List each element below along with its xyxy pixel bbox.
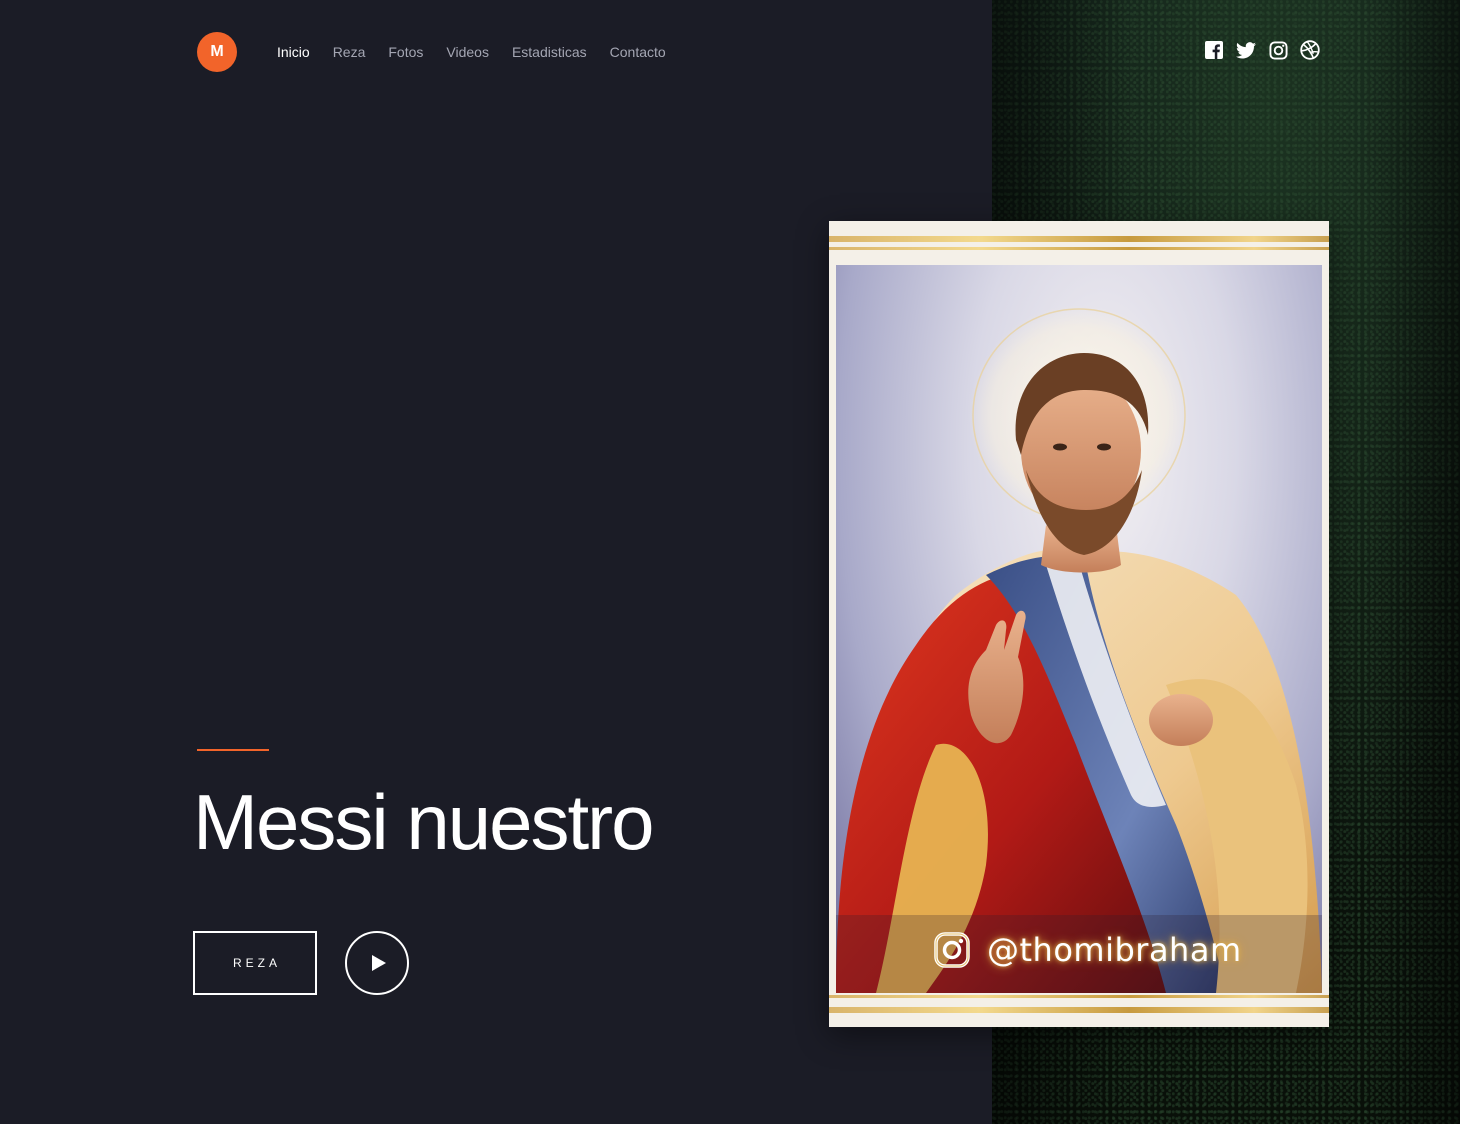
frame-gold-stripe xyxy=(829,995,1329,998)
play-icon xyxy=(371,955,386,971)
page: M Inicio Reza Fotos Videos Estadisticas … xyxy=(0,0,1460,1124)
featured-image: @thomibraham xyxy=(829,221,1329,1027)
nav-item-estadisticas[interactable]: Estadisticas xyxy=(512,42,587,62)
accent-divider xyxy=(197,749,269,751)
saint-portrait-painting xyxy=(836,265,1322,993)
watermark-handle: @thomibraham xyxy=(987,931,1242,969)
frame-gold-stripe xyxy=(829,1007,1329,1013)
instagram-icon xyxy=(934,932,970,968)
nav-item-fotos[interactable]: Fotos xyxy=(388,42,423,62)
nav-item-videos[interactable]: Videos xyxy=(446,42,489,62)
main-nav: Inicio Reza Fotos Videos Estadisticas Co… xyxy=(277,42,689,62)
facebook-icon[interactable] xyxy=(1204,40,1224,60)
nav-item-inicio[interactable]: Inicio xyxy=(277,42,310,62)
reza-button[interactable]: REZA xyxy=(193,931,317,995)
nav-item-reza[interactable]: Reza xyxy=(333,42,366,62)
instagram-icon[interactable] xyxy=(1268,40,1288,60)
twitter-icon[interactable] xyxy=(1236,40,1256,60)
logo-letter: M xyxy=(210,43,224,60)
dribbble-icon[interactable] xyxy=(1300,40,1320,60)
social-links xyxy=(1204,40,1320,60)
play-button[interactable] xyxy=(345,931,409,995)
frame-gold-stripe xyxy=(829,236,1329,242)
frame-gold-stripe xyxy=(829,247,1329,250)
logo[interactable]: M xyxy=(197,32,237,72)
hero-title: Messi nuestro xyxy=(193,778,655,866)
nav-item-contacto[interactable]: Contacto xyxy=(610,42,666,62)
instagram-watermark: @thomibraham xyxy=(933,931,1242,969)
